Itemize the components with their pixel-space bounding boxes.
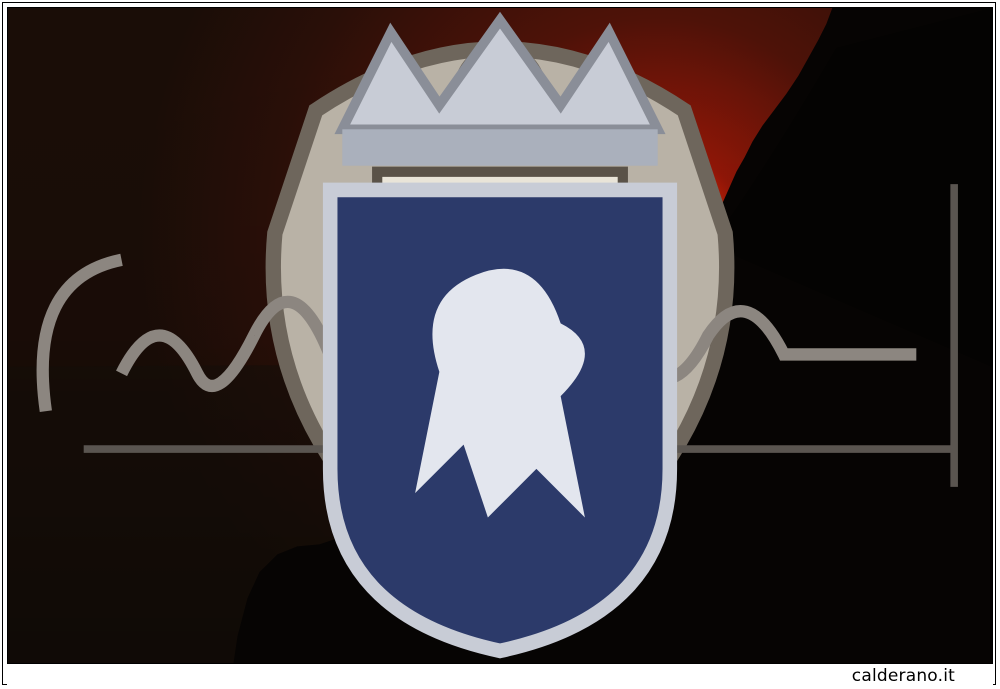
sunset-photo xyxy=(7,7,993,664)
caption-bar: calderano.it xyxy=(7,666,993,686)
crowned-lion-crest-icon xyxy=(322,11,678,659)
site-caption: calderano.it xyxy=(851,666,955,686)
